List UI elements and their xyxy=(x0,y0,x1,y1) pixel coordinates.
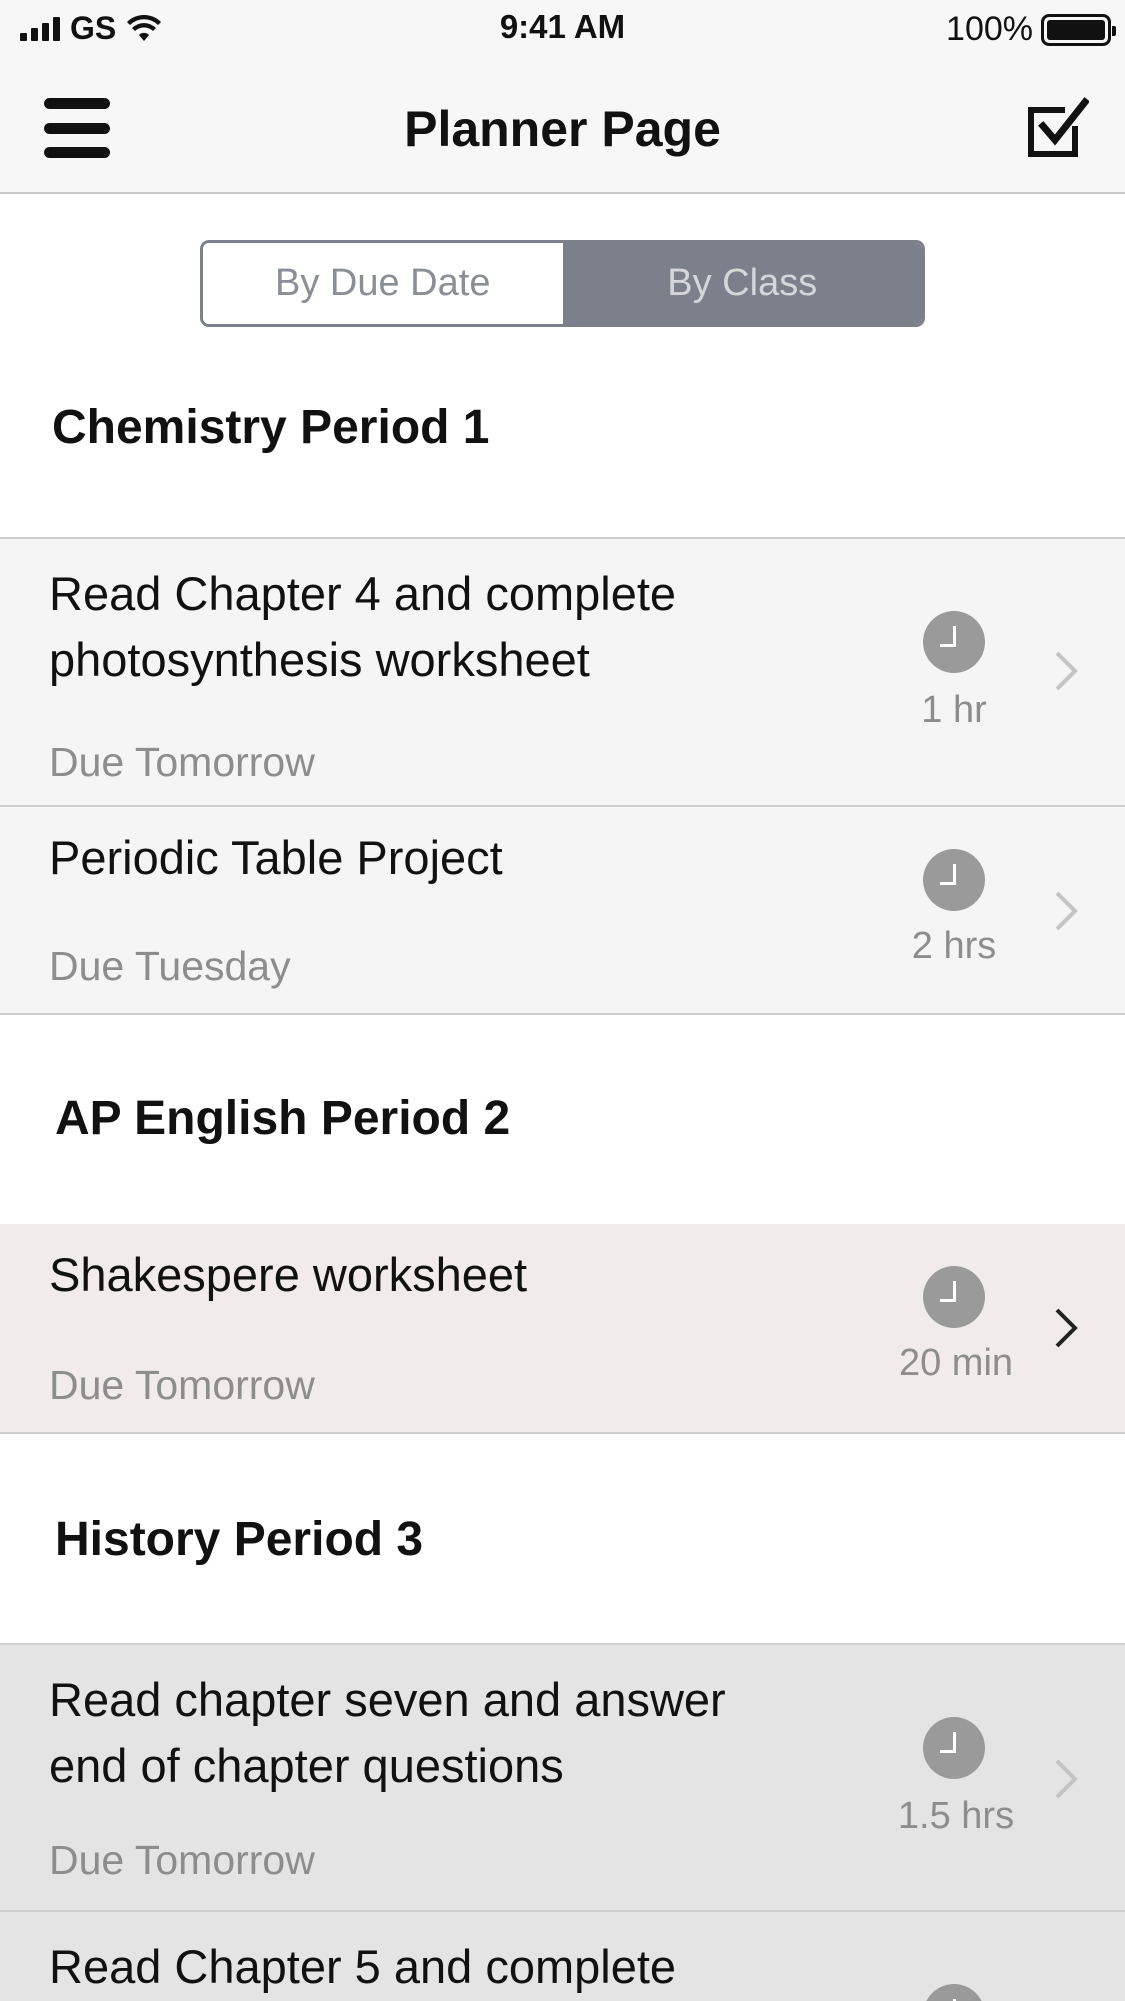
clock-icon xyxy=(923,1717,985,1779)
clock-icon xyxy=(923,1266,985,1328)
assignment-title: Read Chapter 5 and complete xyxy=(49,1940,677,1993)
assignment-title: Read Chapter 4 and complete photosynthes… xyxy=(49,561,676,693)
assignment-row[interactable]: Read Chapter 4 and complete photosynthes… xyxy=(0,537,1125,805)
assignment-title-line: Read chapter seven and answer xyxy=(49,1673,726,1726)
assignment-due: Due Tomorrow xyxy=(49,1362,315,1408)
chevron-right-icon xyxy=(1055,1308,1078,1348)
segment-by-due-date[interactable]: By Due Date xyxy=(203,243,563,324)
assignment-row[interactable]: Read chapter seven and answer end of cha… xyxy=(0,1643,1125,1910)
segment-by-class[interactable]: By Class xyxy=(562,243,922,324)
clock-icon xyxy=(923,849,985,911)
section-header-ap-english: AP English Period 2 xyxy=(0,1013,1125,1225)
section-header-chemistry: Chemistry Period 1 xyxy=(0,350,1125,538)
section-title: Chemistry Period 1 xyxy=(52,401,490,454)
assignment-row[interactable]: Periodic Table Project Due Tuesday 2 hrs xyxy=(0,805,1125,1013)
assignment-title: Periodic Table Project xyxy=(49,831,503,884)
status-right: 100% xyxy=(946,10,1116,49)
assignment-duration: 1.5 hrs xyxy=(897,1795,1015,1837)
status-bar: GS 9:41 AM 100% xyxy=(0,0,1125,58)
assignment-row[interactable]: Shakespere worksheet Due Tomorrow 20 min xyxy=(0,1224,1125,1432)
section-header-history: History Period 3 xyxy=(0,1432,1125,1644)
chevron-right-icon xyxy=(1055,651,1078,691)
clock-icon xyxy=(923,1984,985,2001)
chevron-right-icon xyxy=(1055,1759,1078,1799)
sort-segmented-control: By Due Date By Class xyxy=(200,240,925,327)
section-title: AP English Period 2 xyxy=(55,1092,511,1145)
assignment-title-line: photosynthesis worksheet xyxy=(49,633,590,686)
assignment-duration: 20 min xyxy=(898,1342,1014,1384)
checkbox-checked-icon[interactable] xyxy=(1025,96,1089,160)
assignment-due: Due Tuesday xyxy=(49,943,291,989)
assignment-duration: 2 hrs xyxy=(911,925,997,967)
battery-percentage: 100% xyxy=(946,10,1033,48)
assignment-duration: 1 hr xyxy=(921,689,987,731)
assignment-title-line: Read Chapter 4 and complete xyxy=(49,567,677,620)
section-title: History Period 3 xyxy=(55,1513,424,1566)
clock-icon xyxy=(923,611,985,673)
battery-icon xyxy=(1041,13,1116,46)
assignment-due: Due Tomorrow xyxy=(49,739,315,785)
chevron-right-icon xyxy=(1055,891,1078,931)
assignment-title: Shakespere worksheet xyxy=(49,1248,528,1301)
assignment-row[interactable]: Read Chapter 5 and complete xyxy=(0,1910,1125,2001)
page-title: Planner Page xyxy=(404,101,721,157)
assignment-title-line: end of chapter questions xyxy=(49,1739,564,1792)
assignment-due: Due Tomorrow xyxy=(49,1837,315,1883)
assignment-title: Read chapter seven and answer end of cha… xyxy=(49,1667,726,1799)
navigation-bar: Planner Page xyxy=(0,58,1125,194)
